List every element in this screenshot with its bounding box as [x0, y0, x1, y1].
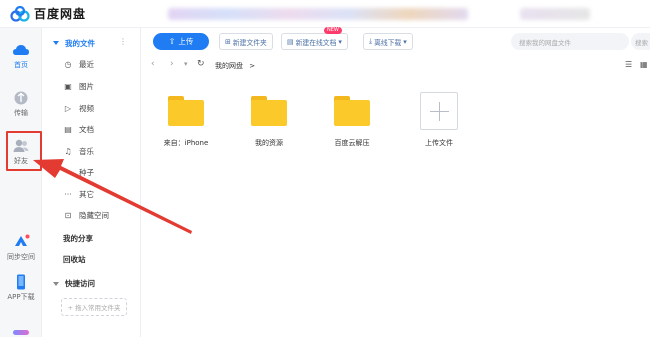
rail-extra-icon	[13, 330, 29, 335]
online-doc-icon: ▤	[287, 37, 294, 46]
chevron-down-icon: ▾	[338, 37, 342, 46]
sidebar: 我的文件 ⋮ ◷ 最近 ▣ 图片 ▷ 视频 ▤ 文档 ♫ 音乐 种子 ··· 其…	[43, 28, 141, 337]
blurred-window-controls	[520, 8, 590, 20]
sidebar-item-others[interactable]: ··· 其它	[43, 185, 141, 203]
image-icon: ▣	[64, 81, 72, 91]
offline-download-label: 离线下载	[374, 38, 402, 47]
sidebar-item-label: 隐藏空间	[79, 210, 109, 220]
folder-icon	[251, 96, 287, 126]
music-icon: ♫	[64, 146, 72, 156]
file-name: 上传文件	[425, 139, 453, 147]
app-logo: 百度网盘	[10, 5, 86, 22]
sidebar-item-music[interactable]: ♫ 音乐	[43, 142, 141, 160]
left-rail: 首页 传输 好友 同步空间 APP下载	[0, 28, 42, 337]
rail-label-home: 首页	[14, 61, 28, 69]
breadcrumb-separator: >	[249, 62, 256, 70]
sidebar-item-recent[interactable]: ◷ 最近	[43, 55, 141, 73]
sidebar-item-hidden-space[interactable]: ⊡ 隐藏空间	[43, 206, 141, 224]
baidu-netdisk-logo-icon	[10, 5, 30, 22]
friends-highlight-box	[6, 131, 42, 171]
plus-icon	[420, 92, 458, 130]
dropdown-chevron-icon[interactable]: ▾	[184, 60, 188, 68]
sidebar-my-share[interactable]: 我的分享	[63, 233, 93, 244]
sidebar-item-label: 其它	[79, 189, 94, 199]
file-name: 我的资源	[255, 139, 283, 147]
upload-label: 上传	[178, 37, 194, 46]
sidebar-header-label: 我的文件	[65, 38, 95, 48]
app-window: 百度网盘 首页 传输 好友 同步空间 APP下载 我的文件 ⋮ ◷ 最近 ▣ 图…	[0, 0, 650, 337]
upload-file-tile[interactable]: 上传文件	[404, 92, 474, 148]
new-folder-label: 新建文件夹	[232, 38, 267, 47]
rail-label-transfer: 传输	[14, 109, 28, 117]
chevron-down-icon: ▾	[403, 37, 407, 46]
refresh-icon[interactable]: ↻	[197, 59, 205, 69]
grid-view-icon[interactable]: ▦	[640, 60, 648, 69]
toolbar: ⇧ 上传 ⊞ 新建文件夹 ▤ 新建在线文档 ▾ NEW ⤓ 离线下载 ▾ 搜索我…	[141, 27, 650, 54]
new-folder-icon: ⊞	[225, 37, 231, 46]
transfer-icon	[14, 91, 28, 105]
sync-space-icon	[15, 234, 30, 246]
more-icon: ···	[64, 189, 72, 199]
file-name: 百度云解压	[334, 139, 370, 147]
search-input[interactable]: 搜索我的网盘文件	[511, 33, 629, 50]
rail-item-transfer[interactable]: 传输	[0, 90, 42, 118]
drop-folder-zone[interactable]: + 拖入常用文件夹	[61, 298, 127, 316]
download-icon: ⤓	[369, 37, 373, 45]
new-online-doc-button[interactable]: ▤ 新建在线文档 ▾	[281, 33, 348, 50]
rail-label-sync-space: 同步空间	[7, 253, 35, 261]
blurred-account-info	[168, 8, 468, 20]
sidebar-item-label: 图片	[79, 81, 94, 91]
rail-item-sync-space[interactable]: 同步空间	[0, 234, 42, 262]
app-title: 百度网盘	[34, 7, 87, 21]
folder-item[interactable]: 我的资源	[234, 92, 304, 148]
sidebar-quick-access[interactable]: 快捷访问	[43, 278, 141, 289]
rail-label-app-download: APP下载	[7, 293, 35, 301]
file-name: 来自：iPhone	[163, 139, 209, 147]
sidebar-recycle-bin[interactable]: 回收站	[63, 254, 86, 265]
title-bar: 百度网盘	[0, 0, 650, 28]
sidebar-my-files[interactable]: 我的文件 ⋮	[43, 34, 141, 52]
upload-arrow-icon: ⇧	[168, 37, 176, 46]
folder-icon	[334, 96, 370, 126]
back-icon[interactable]: ‹	[151, 59, 155, 69]
upload-button[interactable]: ⇧ 上传	[153, 33, 209, 50]
clock-icon: ◷	[64, 59, 72, 69]
sort-icon[interactable]: ☰	[625, 60, 632, 69]
collapse-triangle-icon	[53, 281, 59, 286]
sidebar-item-images[interactable]: ▣ 图片	[43, 77, 141, 95]
video-icon: ▷	[64, 103, 72, 113]
folder-item[interactable]: 来自：iPhone	[151, 92, 221, 148]
folder-icon	[168, 96, 204, 126]
quick-access-label: 快捷访问	[65, 279, 95, 288]
rail-item-home[interactable]: 首页	[0, 42, 42, 70]
breadcrumb-path: 我的网盘	[215, 62, 243, 70]
new-folder-button[interactable]: ⊞ 新建文件夹	[219, 33, 273, 50]
new-badge: NEW	[324, 27, 342, 34]
sidebar-item-label: 音乐	[79, 146, 94, 156]
sidebar-item-seeds[interactable]: 种子	[43, 163, 141, 181]
lock-icon: ⊡	[64, 210, 72, 220]
sidebar-item-documents[interactable]: ▤ 文档	[43, 120, 141, 138]
sidebar-item-videos[interactable]: ▷ 视频	[43, 99, 141, 117]
search-input-secondary[interactable]: 搜索	[631, 33, 650, 50]
sidebar-item-label: 文档	[79, 124, 94, 134]
folder-item[interactable]: 百度云解压	[317, 92, 387, 148]
forward-icon[interactable]: ›	[170, 59, 174, 69]
breadcrumb[interactable]: 我的网盘 >	[215, 61, 255, 71]
rail-item-app-download[interactable]: APP下载	[0, 274, 42, 302]
phone-icon	[17, 274, 25, 290]
sidebar-item-label: 最近	[79, 59, 94, 69]
sidebar-item-label: 视频	[79, 103, 94, 113]
sidebar-menu-icon[interactable]: ⋮	[119, 37, 127, 46]
file-grid: 来自：iPhone 我的资源 百度云解压 上传文件	[141, 92, 650, 172]
breadcrumb-bar: ‹ › ▾ ↻ 我的网盘 > ☰ ▦	[141, 58, 650, 74]
new-online-doc-label: 新建在线文档	[295, 38, 337, 47]
document-icon: ▤	[64, 124, 72, 134]
sidebar-item-label: 种子	[79, 167, 94, 177]
cloud-home-icon	[13, 45, 29, 55]
offline-download-button[interactable]: ⤓ 离线下载 ▾	[363, 33, 413, 50]
collapse-triangle-icon	[53, 41, 59, 45]
